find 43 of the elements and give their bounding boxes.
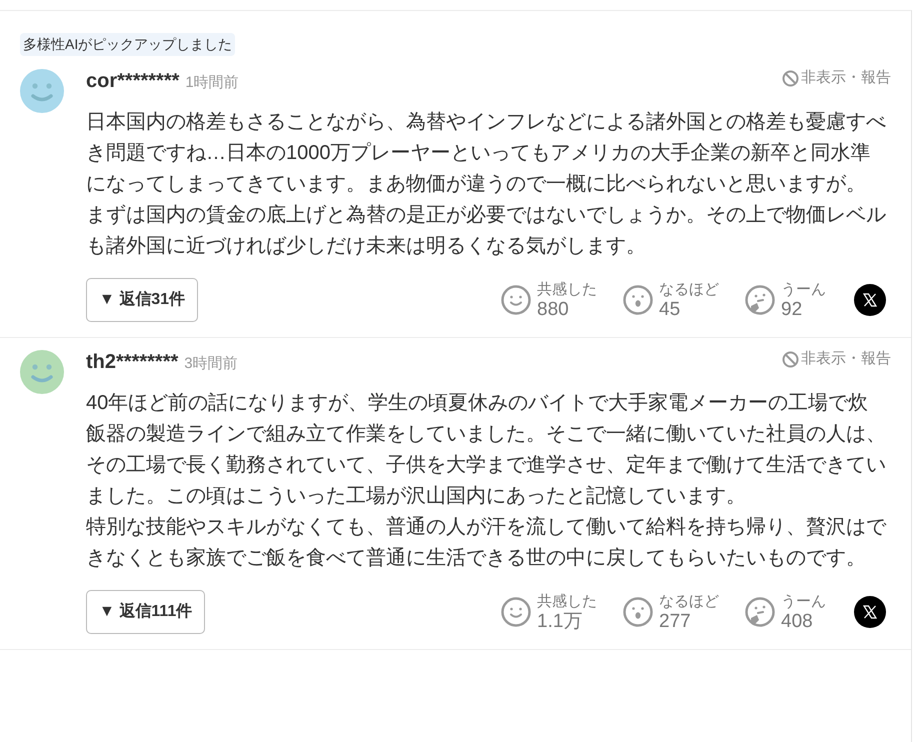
reaction-label: なるほど	[659, 592, 719, 612]
reaction-button[interactable]: 共感した 880	[500, 280, 602, 320]
x-share-button[interactable]	[854, 284, 886, 316]
thinking-face-icon	[744, 284, 776, 316]
surprised-face-icon	[622, 596, 654, 628]
reaction-count: 277	[659, 612, 692, 632]
reaction-button[interactable]: なるほど 277	[622, 592, 724, 632]
replies-button[interactable]: ▼ 返信111件	[86, 590, 206, 634]
comment-text: 40年ほど前の話になりますが、学生の頃夏休みのバイトで大手家電メーカーの工場で炊飯器の製造ラインで組み立て作業をしていました。そこで一緒に働いていた社員の人は、その工場で長く勤務されていて、子供を大学まで進学させ、定年まで働けて生活できていました。この頃はこういった工場が沢山国内にあったと記憶しています。	[86, 391, 886, 509]
surprised-face-icon	[622, 284, 654, 316]
reaction-label: なるほど	[659, 280, 719, 300]
comment-text: 日本国内の格差もさることながら、為替やインフレなどによる諸外国との格差も憂慮すべき問題ですね…日本の1000万プレーヤーといってもアメリカの大手企業の新卒と同水準になってしまってきています。まあ物価が違うので一概に比べられないと思いますが。	[86, 110, 886, 197]
reaction-count: 92	[781, 300, 804, 320]
x-logo-icon	[863, 605, 877, 619]
reaction-label: うーん	[781, 592, 826, 612]
smiley-face-icon	[500, 596, 532, 628]
hide-report-link[interactable]: 非表示・報告	[782, 348, 891, 370]
reaction-button[interactable]: うーん 408	[744, 592, 846, 632]
pickup-badge: 多様性AIがピックアップしました	[20, 33, 236, 56]
comment-time: 1時間前	[185, 73, 239, 93]
prohibited-icon	[782, 70, 799, 86]
comment-text: 特別な技能やスキルがなくても、普通の人が汗を流して働いて給料を持ち帰り、贅沢はできなくとも家族でご飯を食べて普通に生活できる世の中に戻してもらいたいものです。	[86, 515, 886, 571]
smiley-face-icon	[500, 284, 532, 316]
username[interactable]: cor********	[86, 66, 180, 96]
reaction-count: 45	[659, 300, 682, 320]
username[interactable]: th2********	[86, 347, 178, 377]
x-share-button[interactable]	[854, 596, 886, 628]
hide-report-link[interactable]: 非表示・報告	[782, 66, 891, 90]
reaction-count: 880	[537, 300, 570, 320]
prohibited-icon	[782, 350, 799, 368]
comment-text: まずは国内の賃金の底上げと為替の是正が必要ではないでしょうか。その上で物価レベルも諸外国に近づければ少しだけ未来は明るくなる気がします。	[86, 203, 886, 259]
reaction-label: 共感した	[537, 280, 597, 300]
comment-time: 3時間前	[184, 354, 238, 374]
reaction-button[interactable]: うーん 92	[744, 280, 846, 320]
replies-button[interactable]: ▼ 返信31件	[86, 278, 198, 322]
reaction-button[interactable]: 共感した 1.1万	[500, 592, 602, 632]
reaction-button[interactable]: なるほど 45	[622, 280, 724, 320]
reaction-label: うーん	[781, 280, 826, 300]
reaction-count: 408	[781, 612, 814, 632]
reaction-count: 1.1万	[537, 612, 584, 632]
thinking-face-icon	[744, 596, 776, 628]
x-logo-icon	[863, 293, 877, 307]
reaction-label: 共感した	[537, 592, 597, 612]
